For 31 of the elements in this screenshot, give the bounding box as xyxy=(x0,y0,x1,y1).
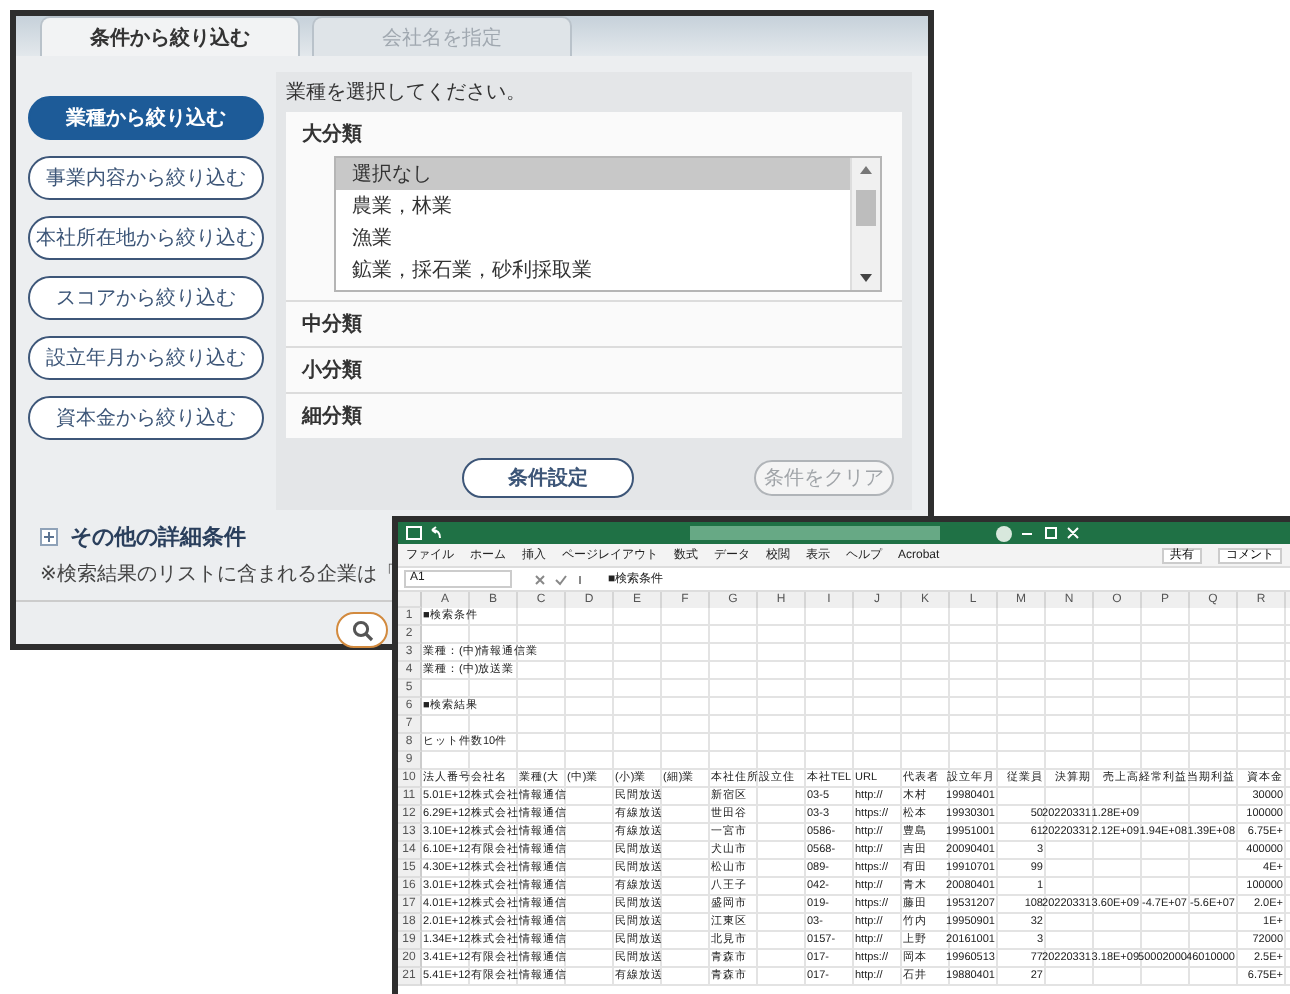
category-label[interactable]: 中分類 xyxy=(286,302,378,346)
undo-icon[interactable] xyxy=(430,526,442,540)
category-label[interactable]: 細分類 xyxy=(286,394,378,438)
more-conditions-label[interactable]: その他の詳細条件 xyxy=(70,522,246,552)
filter-button[interactable]: スコアから絞り込む xyxy=(28,276,264,320)
scrollbar[interactable] xyxy=(850,158,880,290)
instruction-text: 業種を選択してください。 xyxy=(286,79,528,108)
scroll-thumb[interactable] xyxy=(856,190,876,226)
apply-button[interactable]: 条件設定 xyxy=(462,458,634,498)
window-controls-icon[interactable] xyxy=(1020,526,1080,540)
category-listbox[interactable]: 選択なし 農業，林業 漁業 鉱業，採石業，砂利採取業 xyxy=(334,156,882,292)
list-option[interactable]: 鉱業，採石業，砂利採取業 xyxy=(336,254,850,286)
category-label: 大分類 xyxy=(300,121,364,150)
avatar-icon[interactable] xyxy=(996,525,1012,541)
tab[interactable]: 条件から絞り込む xyxy=(40,16,300,56)
list-option[interactable]: 農業，林業 xyxy=(336,190,850,222)
search-field[interactable] xyxy=(690,526,940,540)
filter-button[interactable]: 本社所在地から絞り込む xyxy=(28,216,264,260)
scroll-up-icon[interactable] xyxy=(858,164,874,176)
scroll-down-icon[interactable] xyxy=(858,272,874,284)
search-icon xyxy=(351,619,373,641)
category-label[interactable]: 小分類 xyxy=(286,348,378,392)
search-button[interactable] xyxy=(336,612,388,648)
list-option[interactable]: 漁業 xyxy=(336,222,850,254)
filter-button[interactable]: 設立年月から絞り込む xyxy=(28,336,264,380)
filter-button[interactable]: 業種から絞り込む xyxy=(28,96,264,140)
list-option[interactable]: 選択なし xyxy=(336,158,850,190)
filter-button[interactable]: 資本金から絞り込む xyxy=(28,396,264,440)
filter-button[interactable]: 事業内容から絞り込む xyxy=(28,156,264,200)
expand-icon[interactable] xyxy=(40,528,58,546)
save-icon[interactable] xyxy=(406,526,422,540)
